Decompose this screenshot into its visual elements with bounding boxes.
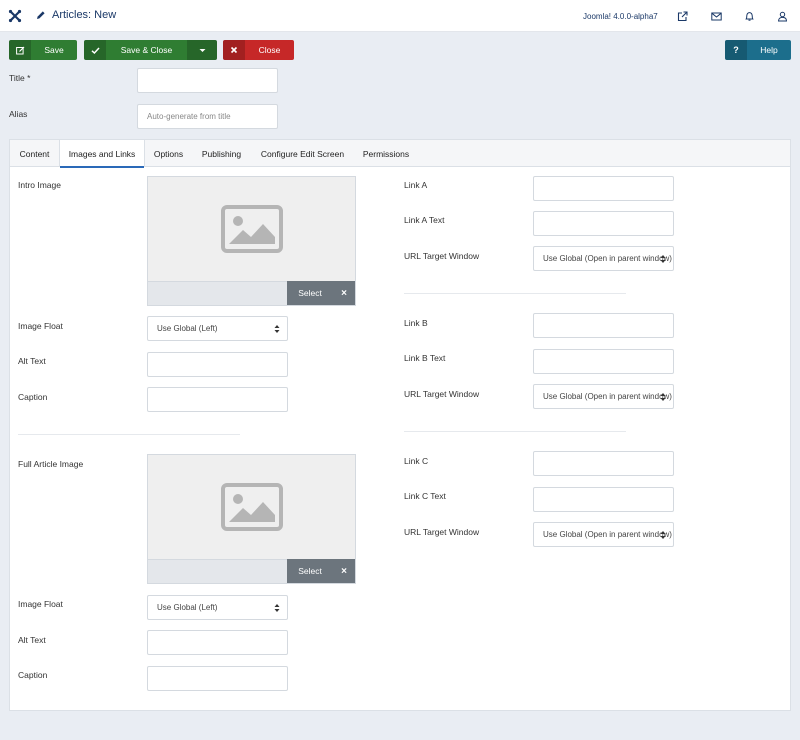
image-placeholder-icon [221,483,283,531]
joomla-logo-icon[interactable] [8,9,22,23]
save-close-button-label: Save & Close [120,45,173,55]
link-b-text-label: Link B Text [404,353,446,363]
alias-input[interactable]: Auto-generate from title [137,104,278,129]
title-input[interactable] [137,68,278,93]
pencil-icon [37,11,45,19]
section-divider [18,434,240,435]
link-c-target-select[interactable]: Use Global (Open in parent window) [533,522,674,547]
link-c-target-value: Use Global (Open in parent window) [543,530,672,539]
link-c-label: Link C [404,456,429,466]
help-button-label: Help [760,45,778,55]
external-link-icon[interactable] [677,11,688,22]
close-button-label: Close [258,45,281,55]
link-a-target-select[interactable]: Use Global (Open in parent window) [533,246,674,271]
link-a-input[interactable] [533,176,674,201]
full-image-select-button[interactable]: Select × [287,559,355,583]
link-b-input[interactable] [533,313,674,338]
save-button[interactable]: Save [9,40,77,60]
full-caption-input[interactable] [147,666,288,691]
sort-arrows-icon [660,531,666,539]
sort-arrows-icon [660,255,666,263]
tab-images-and-links[interactable]: Images and Links [59,140,145,168]
link-c-input[interactable] [533,451,674,476]
title-label: Title * [9,73,31,83]
intro-float-value: Use Global (Left) [157,324,218,333]
link-a-label: Link A [404,180,428,190]
section-divider [404,293,626,294]
tab-publishing[interactable]: Publishing [192,140,251,167]
tab-configure-edit-screen[interactable]: Configure Edit Screen [251,140,354,167]
check-icon [84,40,106,60]
link-b-text-input[interactable] [533,349,674,374]
link-a-target-value: Use Global (Open in parent window) [543,254,672,263]
tab-options[interactable]: Options [145,140,192,167]
tab-content[interactable]: Content [10,140,59,167]
intro-caption-input[interactable] [147,387,288,412]
intro-alt-label: Alt Text [18,356,46,366]
edit-icon [9,40,31,60]
full-float-select[interactable]: Use Global (Left) [147,595,288,620]
user-icon[interactable] [777,11,788,22]
page-title-wrap: Articles: New [36,9,116,21]
full-alt-input[interactable] [147,630,288,655]
sort-arrows-icon [274,325,280,333]
clear-icon[interactable]: × [333,566,355,577]
link-c-target-label: URL Target Window [404,527,480,537]
close-button[interactable]: Close [223,40,294,60]
intro-image-label: Intro Image [18,180,61,190]
intro-float-label: Image Float [18,321,63,331]
intro-image-field: Select × [147,176,356,306]
intro-float-select[interactable]: Use Global (Left) [147,316,288,341]
link-a-text-label: Link A Text [404,215,445,225]
sort-arrows-icon [660,393,666,401]
full-alt-label: Alt Text [18,635,46,645]
intro-image-select-button[interactable]: Select × [287,281,355,305]
save-close-button[interactable]: Save & Close [84,40,217,60]
image-placeholder-icon [221,205,283,253]
sort-arrows-icon [274,604,280,612]
link-b-target-value: Use Global (Open in parent window) [543,392,672,401]
link-c-text-input[interactable] [533,487,674,512]
full-float-label: Image Float [18,599,63,609]
intro-alt-input[interactable] [147,352,288,377]
section-divider [404,431,626,432]
envelope-icon[interactable] [711,11,722,22]
full-caption-label: Caption [18,670,48,680]
alias-label: Alias [9,109,28,119]
link-b-target-label: URL Target Window [404,389,480,399]
select-button-label: Select [298,288,322,298]
intro-caption-label: Caption [18,392,48,402]
full-float-value: Use Global (Left) [157,603,218,612]
link-b-target-select[interactable]: Use Global (Open in parent window) [533,384,674,409]
save-button-label: Save [44,45,64,55]
link-a-text-input[interactable] [533,211,674,236]
page-title: Articles: New [52,9,117,21]
close-icon [223,40,245,60]
select-button-label: Select [298,566,322,576]
bell-icon[interactable] [744,11,755,22]
clear-icon[interactable]: × [333,288,355,299]
link-b-label: Link B [404,318,428,328]
link-c-text-label: Link C Text [404,491,446,501]
full-image-label: Full Article Image [18,459,84,469]
tab-permissions[interactable]: Permissions [354,140,418,167]
version-link[interactable]: Joomla! 4.0.0-alpha7 [583,12,658,21]
tab-bar: Content Images and Links Options Publish… [10,140,790,168]
top-header: Articles: New Joomla! 4.0.0-alpha7 [0,0,800,32]
question-icon: ? [725,40,747,60]
help-button[interactable]: ? Help [725,40,791,60]
caret-down-icon[interactable] [187,40,217,60]
full-image-field: Select × [147,454,356,584]
link-a-target-label: URL Target Window [404,251,480,261]
